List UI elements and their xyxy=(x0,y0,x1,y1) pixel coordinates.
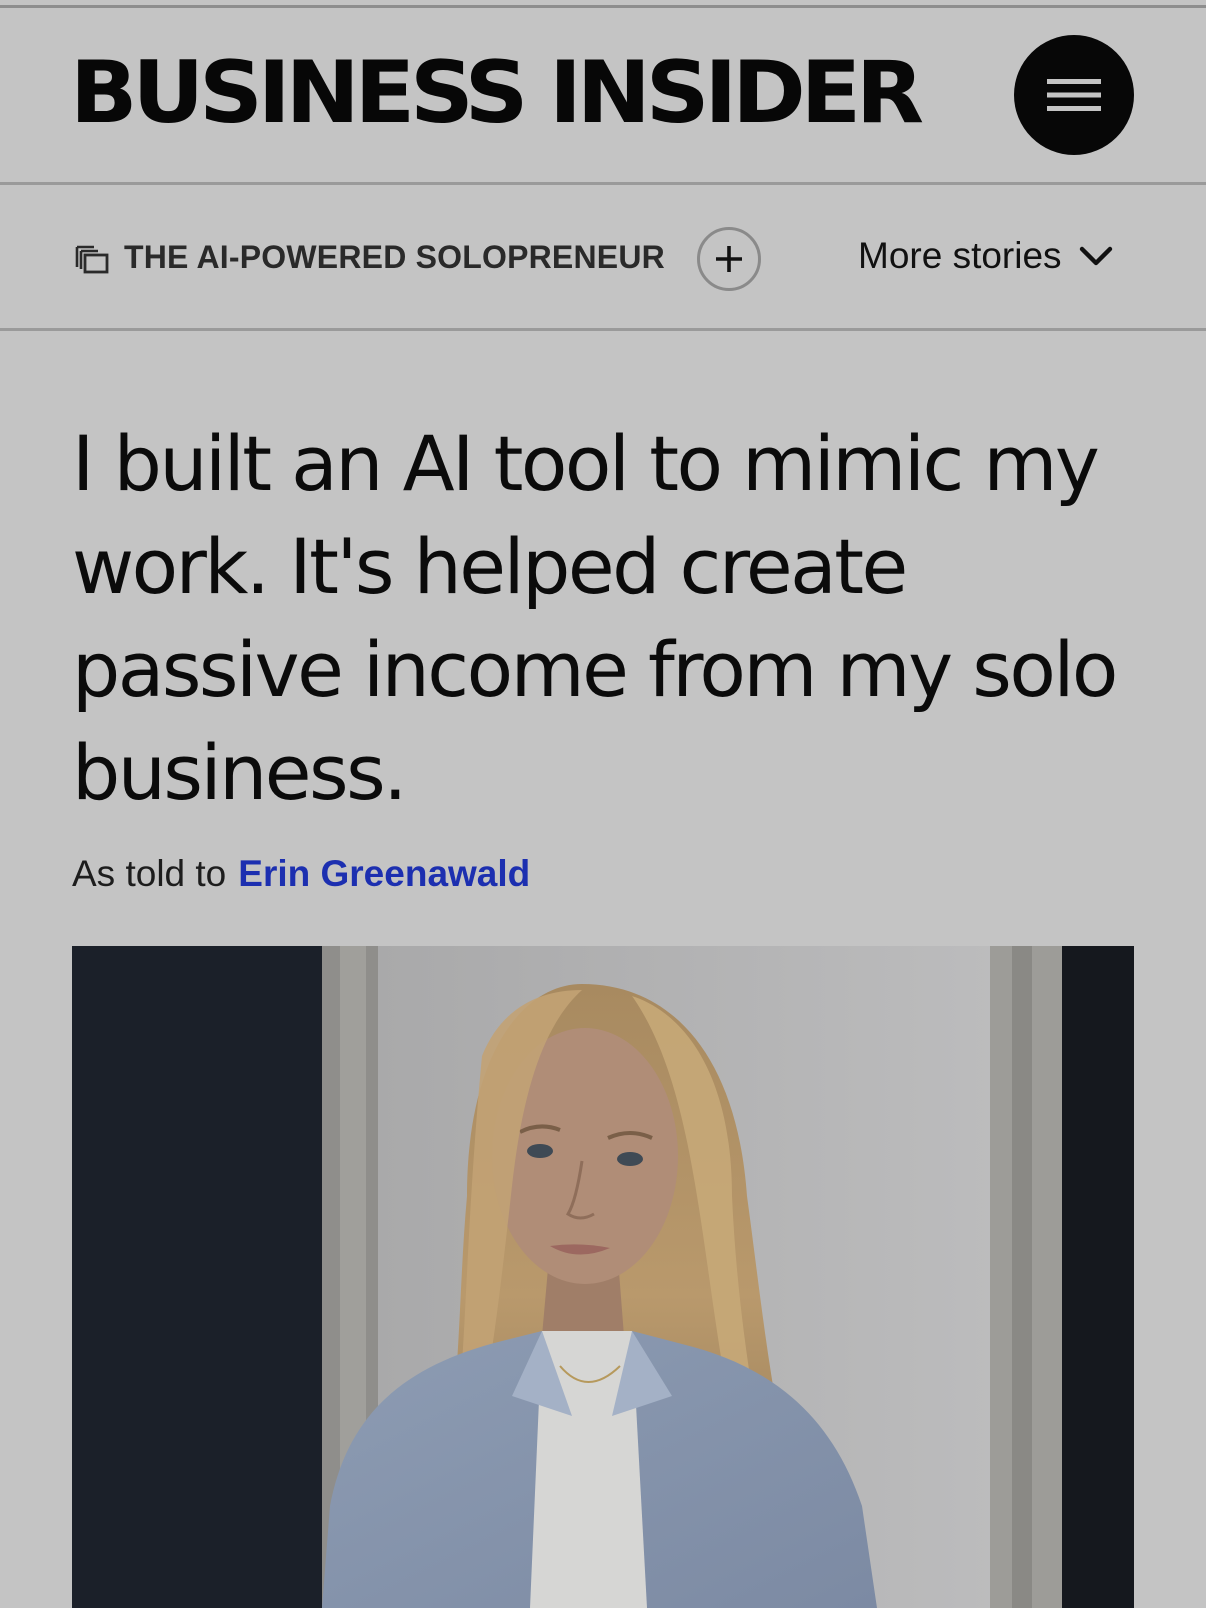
byline: As told to Erin Greenawald xyxy=(72,852,530,896)
topic-link[interactable]: THE AI-POWERED SOLOPRENEUR xyxy=(74,237,665,277)
hero-photo-illustration xyxy=(72,946,1134,1608)
hero-photo xyxy=(72,946,1134,1608)
chevron-down-icon xyxy=(1079,246,1112,266)
stacked-pages-icon xyxy=(75,245,109,274)
more-stories-button[interactable]: More stories xyxy=(858,235,1114,277)
article-headline: I built an AI tool to mimic my work. It'… xyxy=(72,419,1118,817)
more-stories-label: More stories xyxy=(858,235,1062,276)
menu-button[interactable] xyxy=(1014,35,1134,155)
byline-prefix: As told to xyxy=(72,853,227,894)
article-page: BUSINESS INSIDER THE AI-POWERED SOLOPREN… xyxy=(0,0,1206,1608)
follow-topic-button[interactable] xyxy=(697,227,761,291)
topic-label: THE AI-POWERED SOLOPRENEUR xyxy=(124,238,665,275)
business-insider-logo[interactable]: BUSINESS INSIDER xyxy=(70,50,924,136)
author-link[interactable]: Erin Greenawald xyxy=(238,852,530,896)
plus-icon xyxy=(716,246,742,272)
hamburger-menu-icon xyxy=(1047,79,1101,111)
masthead: BUSINESS INSIDER xyxy=(0,8,1206,184)
topic-bar: THE AI-POWERED SOLOPRENEUR More stories xyxy=(0,185,1206,328)
topic-bar-divider xyxy=(0,328,1206,331)
